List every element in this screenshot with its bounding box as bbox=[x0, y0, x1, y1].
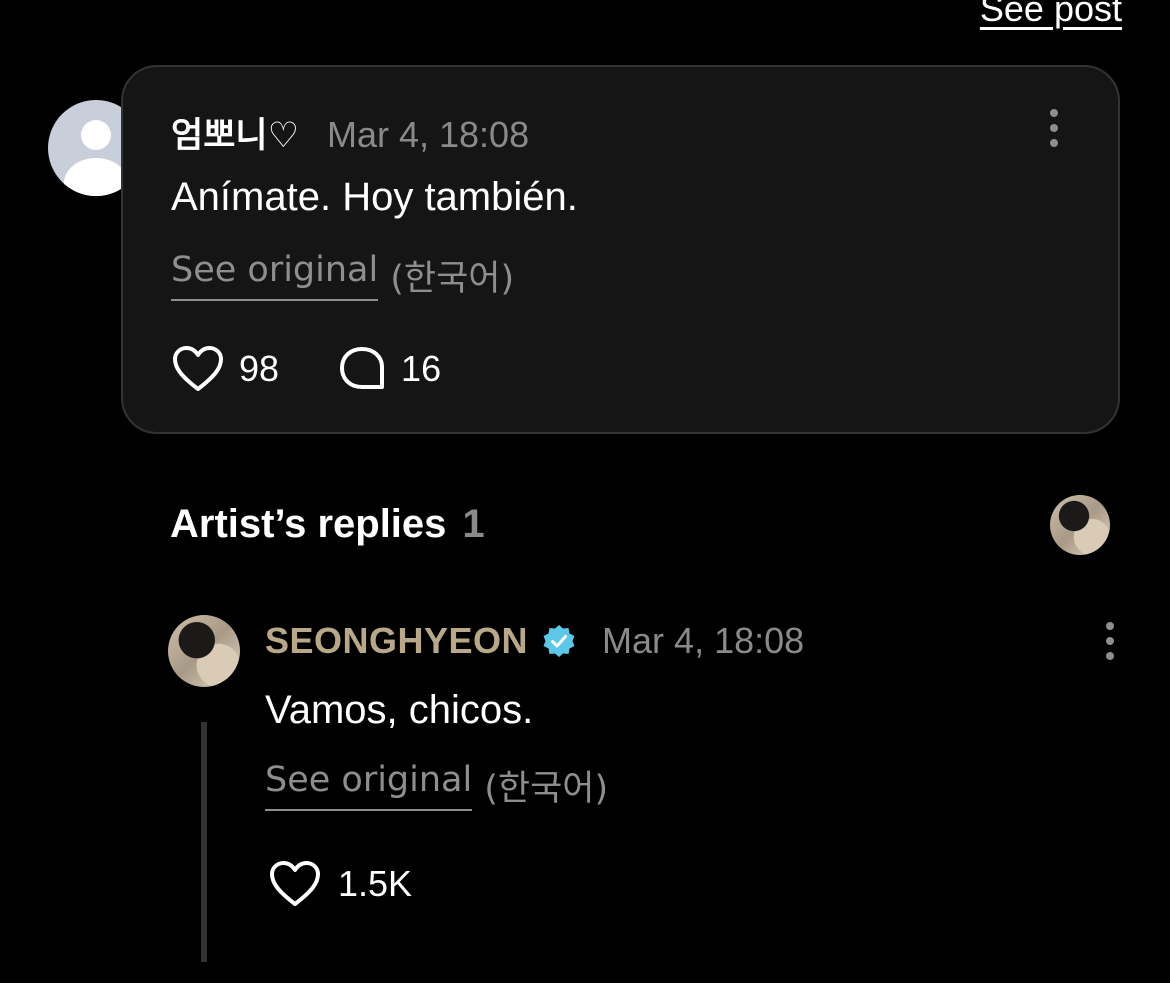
verified-badge-icon bbox=[542, 624, 576, 658]
artist-see-original-link[interactable]: See original bbox=[265, 760, 473, 811]
reply-count: 16 bbox=[401, 348, 442, 389]
comment-bubble-icon bbox=[340, 347, 385, 389]
comment-header: 엄뽀니♡ Mar 4, 18:08 bbox=[171, 107, 529, 158]
see-post-link[interactable]: See post bbox=[980, 0, 1122, 30]
artist-replies-title: Artist’s replies bbox=[170, 502, 447, 546]
reply-button[interactable]: 16 bbox=[337, 345, 441, 393]
artist-reply-like-button[interactable]: 1.5K bbox=[268, 860, 412, 908]
artist-avatar-small[interactable] bbox=[1050, 495, 1110, 555]
artist-reply-more-icon[interactable] bbox=[1102, 622, 1118, 660]
artist-reply-text: Vamos, chicos. bbox=[265, 688, 534, 732]
comment-thread-page: See post 엄뽀니♡ Mar 4, 18:08 Anímate. Hoy … bbox=[0, 0, 1170, 983]
reply-thread-line bbox=[201, 722, 207, 962]
original-language-label: (한국어) bbox=[390, 259, 515, 299]
artist-reply-translation-row: See original (한국어) bbox=[265, 760, 608, 811]
comment-text: Anímate. Hoy también. bbox=[171, 175, 578, 219]
artist-name[interactable]: SEONGHYEON bbox=[265, 620, 528, 662]
heart-icon bbox=[270, 861, 320, 906]
comment-timestamp: Mar 4, 18:08 bbox=[326, 114, 530, 155]
comment-translation-row: See original (한국어) bbox=[171, 250, 514, 301]
artist-replies-heading: Artist’s replies 1 bbox=[170, 502, 485, 547]
artist-reply-header: SEONGHYEON Mar 4, 18:08 bbox=[265, 620, 804, 662]
comment-more-icon[interactable] bbox=[1046, 109, 1062, 147]
like-button[interactable]: 98 bbox=[171, 345, 279, 393]
comment-card: 엄뽀니♡ Mar 4, 18:08 Anímate. Hoy también. … bbox=[121, 65, 1120, 434]
artist-original-language-label: (한국어) bbox=[484, 769, 609, 809]
comment-username[interactable]: 엄뽀니♡ bbox=[171, 107, 299, 158]
avatar-body-shape bbox=[64, 158, 128, 196]
comment-stats: 98 16 bbox=[171, 345, 441, 393]
avatar-head-shape bbox=[81, 120, 111, 150]
see-original-link[interactable]: See original bbox=[171, 250, 379, 301]
artist-reply-like-count: 1.5K bbox=[338, 863, 413, 904]
like-count: 98 bbox=[239, 348, 280, 389]
heart-icon bbox=[173, 346, 223, 391]
artist-reply-timestamp: Mar 4, 18:08 bbox=[602, 620, 805, 661]
artist-avatar[interactable] bbox=[168, 615, 240, 687]
artist-replies-count: 1 bbox=[462, 502, 485, 546]
